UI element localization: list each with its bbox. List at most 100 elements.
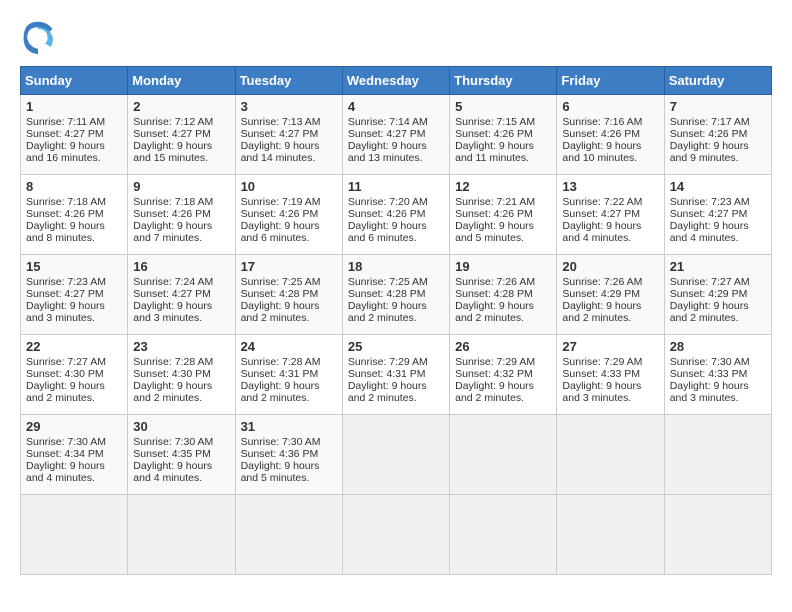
header-saturday: Saturday [664, 67, 771, 95]
sunset-text: Sunset: 4:36 PM [241, 448, 319, 460]
calendar-cell: 25Sunrise: 7:29 AMSunset: 4:31 PMDayligh… [342, 335, 449, 415]
daylight-text: Daylight: 9 hours and 5 minutes. [455, 220, 534, 244]
daylight-text: Daylight: 9 hours and 7 minutes. [133, 220, 212, 244]
calendar-cell: 6Sunrise: 7:16 AMSunset: 4:26 PMDaylight… [557, 95, 664, 175]
daylight-text: Daylight: 9 hours and 2 minutes. [241, 300, 320, 324]
calendar-cell: 17Sunrise: 7:25 AMSunset: 4:28 PMDayligh… [235, 255, 342, 335]
sunset-text: Sunset: 4:28 PM [455, 288, 533, 300]
header-tuesday: Tuesday [235, 67, 342, 95]
sunrise-text: Sunrise: 7:22 AM [562, 196, 642, 208]
calendar-cell [128, 495, 235, 575]
calendar-cell: 10Sunrise: 7:19 AMSunset: 4:26 PMDayligh… [235, 175, 342, 255]
day-number: 27 [562, 339, 658, 354]
daylight-text: Daylight: 9 hours and 6 minutes. [241, 220, 320, 244]
sunset-text: Sunset: 4:31 PM [241, 368, 319, 380]
calendar-cell: 3Sunrise: 7:13 AMSunset: 4:27 PMDaylight… [235, 95, 342, 175]
calendar-cell [557, 415, 664, 495]
calendar-cell [235, 495, 342, 575]
daylight-text: Daylight: 9 hours and 8 minutes. [26, 220, 105, 244]
sunset-text: Sunset: 4:33 PM [670, 368, 748, 380]
calendar-cell [664, 495, 771, 575]
daylight-text: Daylight: 9 hours and 4 minutes. [133, 460, 212, 484]
calendar-cell: 31Sunrise: 7:30 AMSunset: 4:36 PMDayligh… [235, 415, 342, 495]
calendar-cell: 27Sunrise: 7:29 AMSunset: 4:33 PMDayligh… [557, 335, 664, 415]
daylight-text: Daylight: 9 hours and 2 minutes. [348, 300, 427, 324]
calendar-cell: 22Sunrise: 7:27 AMSunset: 4:30 PMDayligh… [21, 335, 128, 415]
daylight-text: Daylight: 9 hours and 2 minutes. [455, 300, 534, 324]
calendar-cell: 19 Sunrise: 7:26 AMSunset: 4:28 PMDayligh… [450, 255, 557, 335]
calendar-week-row: 1Sunrise: 7:11 AMSunset: 4:27 PMDaylight… [21, 95, 772, 175]
calendar-week-row: 8Sunrise: 7:18 AMSunset: 4:26 PMDaylight… [21, 175, 772, 255]
calendar-cell: 2Sunrise: 7:12 AMSunset: 4:27 PMDaylight… [128, 95, 235, 175]
header-friday: Friday [557, 67, 664, 95]
sunset-text: Sunset: 4:32 PM [455, 368, 533, 380]
calendar-cell [21, 495, 128, 575]
calendar-week-row: 22Sunrise: 7:27 AMSunset: 4:30 PMDayligh… [21, 335, 772, 415]
daylight-text: Daylight: 9 hours and 2 minutes. [670, 300, 749, 324]
sunrise-text: Sunrise: 7:28 AM [133, 356, 213, 368]
sunset-text: Sunset: 4:30 PM [133, 368, 211, 380]
sunrise-text: Sunrise: 7:30 AM [241, 436, 321, 448]
sunset-text: Sunset: 4:27 PM [348, 128, 426, 140]
calendar-cell: 13Sunrise: 7:22 AMSunset: 4:27 PMDayligh… [557, 175, 664, 255]
day-number: 22 [26, 339, 122, 354]
calendar-cell: 8Sunrise: 7:18 AMSunset: 4:26 PMDaylight… [21, 175, 128, 255]
sunrise-text: Sunrise: 7:23 AM [670, 196, 750, 208]
logo-icon [20, 20, 56, 56]
sunrise-text: Sunrise: 7:30 AM [670, 356, 750, 368]
sunrise-text: Sunrise: 7:16 AM [562, 116, 642, 128]
calendar-cell [557, 495, 664, 575]
day-number: 23 [133, 339, 229, 354]
calendar-week-row: 15Sunrise: 7:23 AMSunset: 4:27 PMDayligh… [21, 255, 772, 335]
calendar-week-row [21, 495, 772, 575]
sunset-text: Sunset: 4:26 PM [455, 208, 533, 220]
calendar-cell: 21Sunrise: 7:27 AMSunset: 4:29 PMDayligh… [664, 255, 771, 335]
day-number: 15 [26, 259, 122, 274]
sunrise-text: Sunrise: 7:29 AM [562, 356, 642, 368]
day-number: 13 [562, 179, 658, 194]
sunrise-text: Sunrise: 7:13 AM [241, 116, 321, 128]
calendar-cell: 29Sunrise: 7:30 AMSunset: 4:34 PMDayligh… [21, 415, 128, 495]
page-header [20, 20, 772, 56]
day-number: 9 [133, 179, 229, 194]
sunset-text: Sunset: 4:29 PM [670, 288, 748, 300]
day-number: 6 [562, 99, 658, 114]
calendar-cell: 5Sunrise: 7:15 AMSunset: 4:26 PMDaylight… [450, 95, 557, 175]
header-sunday: Sunday [21, 67, 128, 95]
sunset-text: Sunset: 4:27 PM [562, 208, 640, 220]
daylight-text: Daylight: 9 hours and 14 minutes. [241, 140, 320, 164]
sunset-text: Sunset: 4:27 PM [26, 288, 104, 300]
day-number: 8 [26, 179, 122, 194]
day-number: 29 [26, 419, 122, 434]
sunset-text: Sunset: 4:27 PM [26, 128, 104, 140]
day-number: 25 [348, 339, 444, 354]
calendar-cell [450, 415, 557, 495]
day-number: 5 [455, 99, 551, 114]
sunset-text: Sunset: 4:27 PM [133, 128, 211, 140]
sunrise-text: Sunrise: 7:17 AM [670, 116, 750, 128]
sunset-text: Sunset: 4:26 PM [455, 128, 533, 140]
day-number: 14 [670, 179, 766, 194]
sunrise-text: Sunrise: 7:26 AM [455, 276, 535, 288]
day-number: 24 [241, 339, 337, 354]
daylight-text: Daylight: 9 hours and 6 minutes. [348, 220, 427, 244]
day-number: 19 [455, 259, 551, 274]
calendar-cell: 15Sunrise: 7:23 AMSunset: 4:27 PMDayligh… [21, 255, 128, 335]
sunrise-text: Sunrise: 7:30 AM [133, 436, 213, 448]
sunrise-text: Sunrise: 7:26 AM [562, 276, 642, 288]
day-number: 3 [241, 99, 337, 114]
sunrise-text: Sunrise: 7:12 AM [133, 116, 213, 128]
sunset-text: Sunset: 4:35 PM [133, 448, 211, 460]
day-number: 12 [455, 179, 551, 194]
daylight-text: Daylight: 9 hours and 2 minutes. [133, 380, 212, 404]
daylight-text: Daylight: 9 hours and 2 minutes. [562, 300, 641, 324]
sunrise-text: Sunrise: 7:30 AM [26, 436, 106, 448]
daylight-text: Daylight: 9 hours and 2 minutes. [455, 380, 534, 404]
day-number: 7 [670, 99, 766, 114]
sunrise-text: Sunrise: 7:14 AM [348, 116, 428, 128]
sunrise-text: Sunrise: 7:19 AM [241, 196, 321, 208]
calendar-cell: 23 Sunrise: 7:28 AMSunset: 4:30 PMDayligh… [128, 335, 235, 415]
day-number: 11 [348, 179, 444, 194]
calendar-table: SundayMondayTuesdayWednesdayThursdayFrid… [20, 66, 772, 575]
day-number: 4 [348, 99, 444, 114]
